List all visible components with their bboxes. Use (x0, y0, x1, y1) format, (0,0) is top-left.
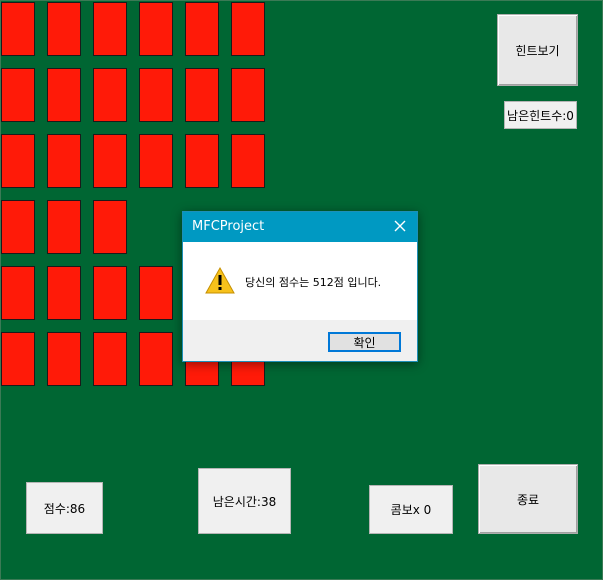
card[interactable] (185, 134, 219, 188)
dialog-body: 당신의 점수는 512점 입니다. (183, 242, 417, 320)
card[interactable] (139, 134, 173, 188)
quit-button[interactable]: 종료 (478, 464, 578, 534)
card[interactable] (47, 332, 81, 386)
card[interactable] (139, 2, 173, 56)
combo-label: 콤보x 0 (369, 485, 453, 534)
dialog-footer: 확인 (183, 320, 417, 361)
card[interactable] (231, 68, 265, 122)
card[interactable] (47, 68, 81, 122)
score-label: 점수:86 (26, 482, 103, 534)
dialog-titlebar[interactable]: MFCProject (183, 212, 417, 242)
card[interactable] (93, 266, 127, 320)
card[interactable] (47, 134, 81, 188)
card[interactable] (139, 332, 173, 386)
card[interactable] (47, 266, 81, 320)
card[interactable] (185, 2, 219, 56)
card[interactable] (231, 2, 265, 56)
card[interactable] (139, 68, 173, 122)
card[interactable] (93, 332, 127, 386)
card[interactable] (185, 68, 219, 122)
hint-button[interactable]: 힌트보기 (497, 14, 578, 86)
hints-remaining-label: 남은힌트수:0 (504, 101, 577, 129)
card[interactable] (47, 200, 81, 254)
time-remaining-label: 남은시간:38 (198, 468, 291, 534)
close-icon[interactable] (391, 217, 409, 235)
card[interactable] (1, 332, 35, 386)
card[interactable] (93, 200, 127, 254)
card[interactable] (93, 2, 127, 56)
card[interactable] (1, 266, 35, 320)
warning-icon (205, 266, 235, 294)
card[interactable] (47, 2, 81, 56)
card[interactable] (93, 68, 127, 122)
card[interactable] (231, 134, 265, 188)
card[interactable] (1, 2, 35, 56)
card[interactable] (139, 266, 173, 320)
dialog-message: 당신의 점수는 512점 입니다. (245, 276, 382, 289)
card[interactable] (93, 134, 127, 188)
message-dialog: MFCProject 당신의 점수는 512점 입니다. 확인 (182, 211, 418, 362)
card[interactable] (1, 200, 35, 254)
card[interactable] (1, 68, 35, 122)
ok-button[interactable]: 확인 (328, 332, 401, 352)
dialog-title: MFCProject (192, 219, 265, 234)
card[interactable] (1, 134, 35, 188)
